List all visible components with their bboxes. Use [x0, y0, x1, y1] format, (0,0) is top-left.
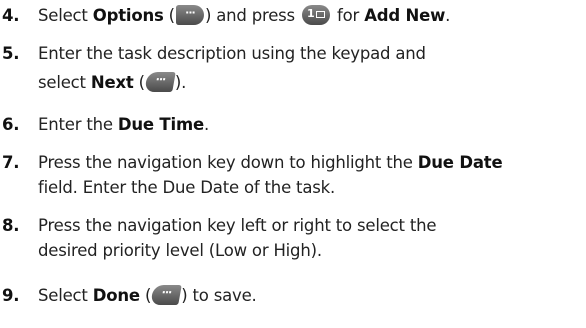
step-number: 7. [2, 153, 20, 172]
envelope-icon [316, 11, 325, 18]
options-label: Options [92, 6, 164, 25]
step-text-continued: select Next (···). [38, 72, 187, 92]
step-number: 5. [2, 44, 20, 63]
due-time-label: Due Time [117, 115, 204, 134]
step-text-continued: field. Enter the Due Date of the task. [38, 178, 336, 197]
left-soft-key-icon: ··· [150, 285, 182, 305]
due-date-label: Due Date [417, 153, 503, 172]
step-number: 4. [2, 6, 20, 25]
add-new-label: Add New [364, 6, 446, 25]
step-number: 6. [2, 115, 20, 134]
next-label: Next [90, 73, 134, 92]
step-text-continued: desired priority level (Low or High). [38, 241, 322, 260]
instruction-document: 4. Select Options (···) and press 1 for … [0, 0, 586, 328]
done-label: Done [92, 286, 140, 305]
step-text: Select Options (···) and press 1 for Add… [38, 5, 451, 25]
step-number: 8. [2, 216, 20, 235]
one-key-icon: 1 [302, 5, 330, 25]
step-text: Select Done (···) to save. [38, 285, 257, 305]
step-number: 9. [2, 286, 20, 305]
right-soft-key-icon: ··· [175, 5, 204, 25]
step-text: Enter the Due Time. [38, 115, 209, 134]
left-soft-key-icon: ··· [144, 72, 176, 92]
step-text: Enter the task description using the key… [38, 44, 426, 63]
